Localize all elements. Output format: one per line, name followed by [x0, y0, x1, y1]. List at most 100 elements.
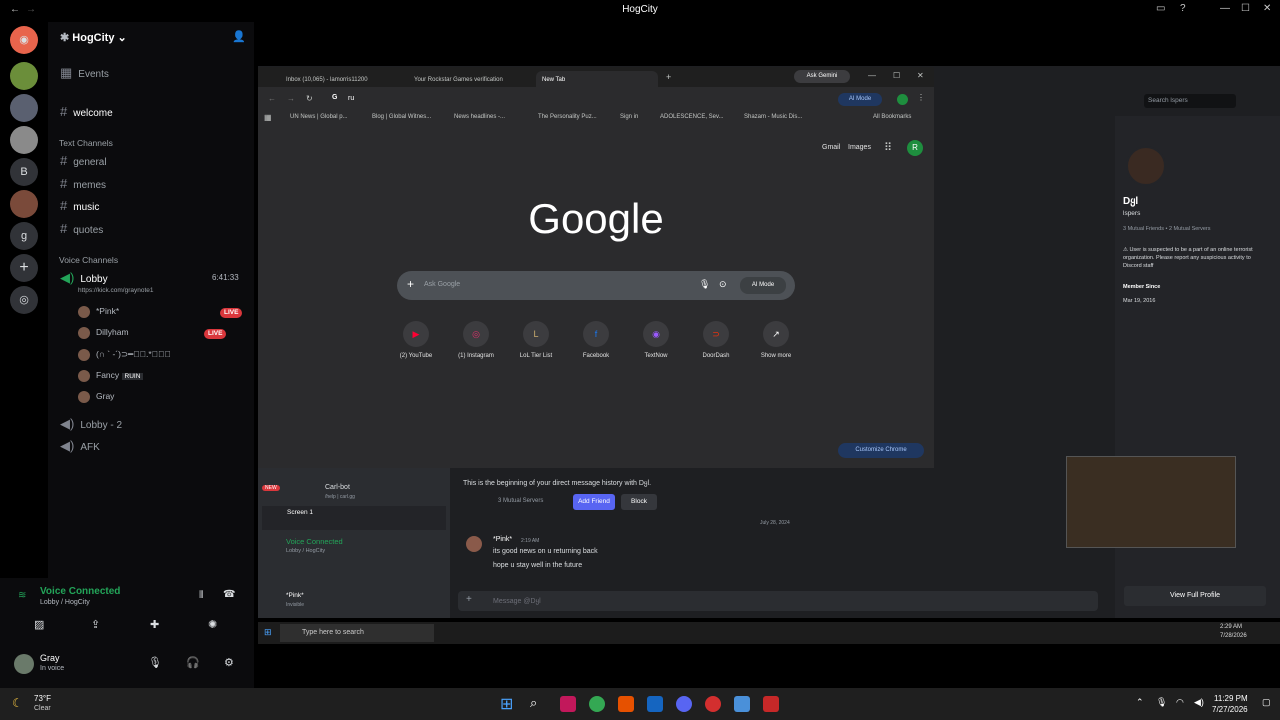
- app-icon[interactable]: [705, 696, 721, 712]
- maximize-icon[interactable]: ☐: [893, 71, 900, 80]
- channel-quotes[interactable]: # quotes: [60, 219, 103, 239]
- message-author[interactable]: *Pink*: [493, 536, 512, 543]
- forward-icon[interactable]: →: [287, 94, 295, 103]
- help-icon[interactable]: ?: [1180, 3, 1186, 14]
- new-tab-icon[interactable]: +: [666, 72, 671, 82]
- channel-music[interactable]: # music: [60, 196, 99, 216]
- voice-user[interactable]: Fancy RUIN: [78, 366, 144, 384]
- microphone-icon[interactable]: 🎙: [1156, 697, 1167, 708]
- shortcut-doordash[interactable]: ⊃ DoorDash: [686, 321, 746, 359]
- chrome-icon[interactable]: [589, 696, 605, 712]
- bookmark[interactable]: UN News | Global p...: [290, 114, 348, 120]
- explore-icon[interactable]: ◎: [10, 286, 38, 314]
- bookmark[interactable]: Shazam - Music Dis...: [744, 114, 802, 120]
- channel-memes[interactable]: # memes: [60, 174, 106, 194]
- windows-start-icon[interactable]: ⊞: [264, 627, 272, 638]
- address-bar[interactable]: G ru: [324, 91, 832, 107]
- shortcut-textnow[interactable]: ◉ TextNow: [626, 321, 686, 359]
- terminal-icon[interactable]: [647, 696, 663, 712]
- start-icon[interactable]: ⊞: [500, 694, 513, 714]
- voice-user[interactable]: Gray: [78, 387, 114, 405]
- soundboard-icon[interactable]: ✺: [208, 618, 217, 631]
- minimize-icon[interactable]: —: [1220, 3, 1230, 14]
- voice-connected-label[interactable]: Voice Connected: [40, 586, 120, 597]
- clock-time[interactable]: 11:29 PM: [1214, 694, 1248, 703]
- weather-temp[interactable]: 73°F: [34, 694, 51, 703]
- close-icon[interactable]: ✕: [1263, 3, 1271, 14]
- chevron-up-icon[interactable]: ⌃: [1136, 697, 1144, 708]
- avatar[interactable]: [466, 536, 482, 552]
- profile-mutuals[interactable]: 3 Mutual Friends • 2 Mutual Servers: [1123, 226, 1211, 232]
- back-icon[interactable]: ←: [268, 94, 276, 103]
- camera-off-icon[interactable]: ▨: [34, 618, 44, 631]
- inbox-icon[interactable]: ▭: [1156, 3, 1165, 14]
- app-icon[interactable]: [618, 696, 634, 712]
- server-header[interactable]: ✱ HogCity ⌄: [60, 31, 127, 44]
- voice-connected-label[interactable]: Voice Connected: [286, 537, 343, 546]
- mutual-servers[interactable]: 3 Mutual Servers: [498, 498, 543, 504]
- screen-share-icon[interactable]: ⇪: [91, 618, 100, 631]
- bookmark[interactable]: ADOLESCENCE, Sev...: [660, 114, 724, 120]
- ask-gemini-button[interactable]: Ask Gemini: [794, 70, 850, 83]
- view-full-profile-button[interactable]: View Full Profile: [1124, 586, 1266, 606]
- headphones-icon[interactable]: 🎧: [186, 656, 200, 669]
- avatar[interactable]: [1126, 146, 1166, 186]
- events-item[interactable]: ▦ Events: [60, 63, 109, 83]
- activities-icon[interactable]: ✚: [150, 618, 159, 631]
- profile-avatar-icon[interactable]: [897, 94, 908, 105]
- shortcut-youtube[interactable]: ▶ (2) YouTube: [386, 321, 446, 359]
- add-friend-button[interactable]: Add Friend: [573, 494, 615, 510]
- app-icon[interactable]: [763, 696, 779, 712]
- server-icon[interactable]: [10, 94, 38, 122]
- wifi-icon[interactable]: ◠: [1176, 697, 1184, 708]
- bookmark[interactable]: News headlines -...: [454, 114, 505, 120]
- voice-user[interactable]: Dillyham: [78, 323, 129, 341]
- disconnect-icon[interactable]: ☎: [223, 589, 235, 600]
- bookmark[interactable]: Sign in: [620, 114, 638, 120]
- noise-icon[interactable]: ⦀: [199, 590, 203, 601]
- server-icon[interactable]: [10, 190, 38, 218]
- search-input[interactable]: Search lspers: [1144, 94, 1236, 108]
- apps-grid-icon[interactable]: ▦: [264, 113, 272, 122]
- server-icon[interactable]: [10, 62, 38, 90]
- maximize-icon[interactable]: ☐: [1241, 3, 1250, 14]
- settings-gear-icon[interactable]: ⚙: [224, 656, 234, 669]
- shortcut-show-more[interactable]: ↗ Show more: [746, 321, 806, 359]
- lens-icon[interactable]: ⊙: [719, 279, 727, 290]
- tab-new-tab[interactable]: New Tab: [536, 71, 658, 89]
- search-box[interactable]: + Ask Google 🎙 ⊙ AI Mode: [397, 271, 795, 300]
- server-icon[interactable]: B: [10, 158, 38, 186]
- all-bookmarks[interactable]: All Bookmarks: [873, 114, 911, 120]
- shortcut-lol[interactable]: L LoL Tier List: [506, 321, 566, 359]
- mic-icon[interactable]: 🎙: [699, 279, 710, 290]
- voice-channel-afk[interactable]: ◀) AFK: [60, 436, 100, 456]
- invite-icon[interactable]: 👤: [232, 30, 246, 43]
- notepad-icon[interactable]: [734, 696, 750, 712]
- shortcut-facebook[interactable]: f Facebook: [566, 321, 626, 359]
- channel-general[interactable]: # general: [60, 151, 107, 171]
- clock-date[interactable]: 7/27/2026: [1212, 705, 1248, 714]
- search-icon[interactable]: ⌕: [530, 695, 537, 711]
- plus-icon[interactable]: +: [407, 277, 414, 291]
- category-voice[interactable]: Voice Channels: [59, 255, 118, 265]
- google-apps-icon[interactable]: ⠿: [884, 141, 892, 154]
- block-button[interactable]: Block: [621, 494, 657, 510]
- shortcut-instagram[interactable]: ◎ (1) Instagram: [446, 321, 506, 359]
- ai-mode-button[interactable]: AI Mode: [740, 277, 786, 294]
- voice-channel-lobby[interactable]: ◀) Lobby: [60, 268, 108, 288]
- notifications-icon[interactable]: ▢: [1262, 697, 1271, 708]
- ai-mode-button[interactable]: AI Mode: [838, 93, 882, 106]
- app-icon[interactable]: [560, 696, 576, 712]
- reload-icon[interactable]: ↻: [306, 94, 313, 103]
- voice-user[interactable]: *Pink*: [78, 302, 119, 320]
- taskbar-search[interactable]: Type here to search: [280, 624, 434, 642]
- server-icon[interactable]: g: [10, 222, 38, 250]
- bookmark[interactable]: The Personality Puz...: [538, 114, 597, 120]
- volume-icon[interactable]: ◀): [1194, 697, 1204, 708]
- menu-dots-icon[interactable]: ⋮: [917, 93, 925, 102]
- gmail-link[interactable]: Gmail: [822, 144, 840, 151]
- add-server-icon[interactable]: +: [10, 254, 38, 282]
- message-input[interactable]: + Message @Dყl: [458, 591, 1098, 611]
- voice-channel-lobby-2[interactable]: ◀) Lobby - 2: [60, 414, 122, 434]
- stream-popout[interactable]: [1066, 456, 1236, 548]
